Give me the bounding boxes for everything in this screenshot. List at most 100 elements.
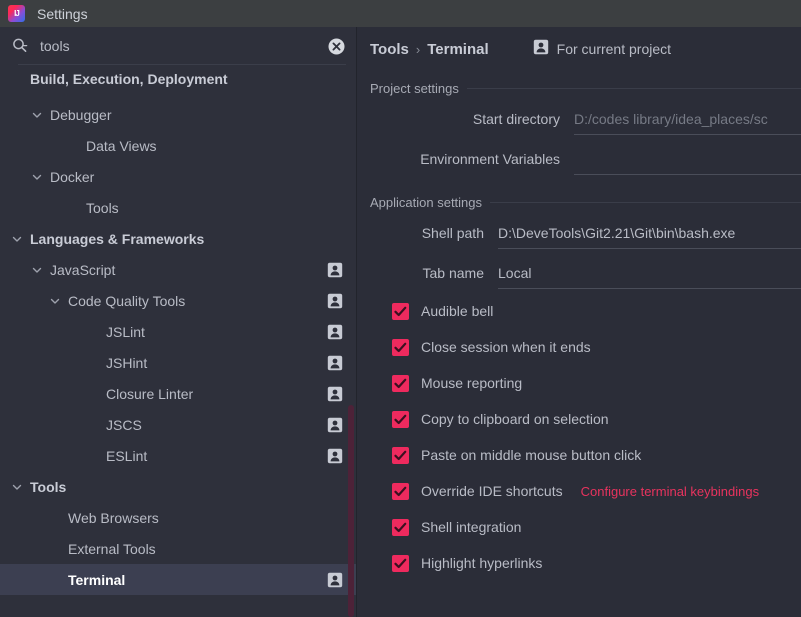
start-directory-input[interactable]: D:/codes library/idea_places/sc xyxy=(574,105,801,133)
chevron-down-icon[interactable] xyxy=(48,294,62,308)
checkbox-shell-integration[interactable] xyxy=(392,519,409,536)
sidebar-item-debugger[interactable]: Debugger xyxy=(0,99,356,130)
checkbox-paste-on-middle-mouse-button-click[interactable] xyxy=(392,447,409,464)
project-scope-icon xyxy=(327,417,343,433)
title-bar: Settings xyxy=(0,0,801,27)
sidebar-item-eslint[interactable]: ESLint xyxy=(0,440,356,471)
field-row-tab-name: Tab name Local xyxy=(358,253,801,293)
environment-variables-input[interactable] xyxy=(574,145,801,173)
tab-name-label: Tab name xyxy=(392,265,484,281)
sidebar-item-closure-linter[interactable]: Closure Linter xyxy=(0,378,356,409)
sidebar-item-data-views[interactable]: Data Views xyxy=(0,130,356,161)
search-icon[interactable] xyxy=(10,36,30,56)
sidebar-item-label: JavaScript xyxy=(50,262,115,278)
chevron-down-icon[interactable] xyxy=(30,108,44,122)
configure-terminal-keybindings-link[interactable]: Configure terminal keybindings xyxy=(581,484,759,499)
tree-arrow-placeholder xyxy=(86,387,100,401)
sidebar-item-label: External Tools xyxy=(68,541,156,557)
project-scope-icon xyxy=(327,448,343,464)
checkbox-row-close-session-when-it-ends: Close session when it ends xyxy=(358,329,801,365)
project-scope-icon xyxy=(327,572,343,588)
tree-arrow-placeholder xyxy=(86,418,100,432)
checkbox-row-shell-integration: Shell integration xyxy=(358,509,801,545)
sticky-tree-header-label: Build, Execution, Deployment xyxy=(30,71,228,87)
checkbox-label-audible-bell[interactable]: Audible bell xyxy=(421,303,493,319)
checkbox-label-copy-to-clipboard-on-selection[interactable]: Copy to clipboard on selection xyxy=(421,411,609,427)
tab-name-value: Local xyxy=(498,265,531,281)
checkbox-highlight-hyperlinks[interactable] xyxy=(392,555,409,572)
tree-arrow-placeholder xyxy=(86,449,100,463)
checkbox-mouse-reporting[interactable] xyxy=(392,375,409,392)
sidebar-item-languages-frameworks[interactable]: Languages & Frameworks xyxy=(0,223,356,254)
clear-icon[interactable] xyxy=(327,37,346,56)
field-underline xyxy=(574,134,801,135)
checkbox-row-copy-to-clipboard-on-selection: Copy to clipboard on selection xyxy=(358,401,801,437)
checkbox-copy-to-clipboard-on-selection[interactable] xyxy=(392,411,409,428)
checkbox-audible-bell[interactable] xyxy=(392,303,409,320)
sidebar-item-label: Docker xyxy=(50,169,94,185)
sidebar-item-tools[interactable]: Tools xyxy=(0,192,356,223)
sidebar-item-label: Tools xyxy=(30,479,66,495)
sidebar-item-label: Data Views xyxy=(86,138,157,154)
sidebar-item-jscs[interactable]: JSCS xyxy=(0,409,356,440)
checkbox-label-paste-on-middle-mouse-button-click[interactable]: Paste on middle mouse button click xyxy=(421,447,641,463)
search-input[interactable] xyxy=(38,37,327,55)
chevron-down-icon[interactable] xyxy=(10,480,24,494)
settings-sidebar: Debugger Data Views Docker Tools Languages &… xyxy=(0,27,357,617)
breadcrumb-parent[interactable]: Tools xyxy=(370,41,409,58)
sidebar-scrollbar[interactable] xyxy=(348,405,354,617)
checkbox-label-close-session-when-it-ends[interactable]: Close session when it ends xyxy=(421,339,591,355)
tree-arrow-placeholder xyxy=(48,573,62,587)
application-settings-label: Application settings xyxy=(370,195,490,210)
checkbox-label-mouse-reporting[interactable]: Mouse reporting xyxy=(421,375,522,391)
checkbox-row-audible-bell: Audible bell xyxy=(358,293,801,329)
project-scope-icon xyxy=(327,386,343,402)
sidebar-item-docker[interactable]: Docker xyxy=(0,161,356,192)
sidebar-item-terminal[interactable]: Terminal xyxy=(0,564,356,595)
settings-window: Settings DebuggerData ViewsDoc xyxy=(0,0,801,617)
tree-arrow-placeholder xyxy=(86,325,100,339)
sidebar-item-label: JSHint xyxy=(106,355,147,371)
sidebar-item-tools[interactable]: Tools xyxy=(0,471,356,502)
project-settings-label: Project settings xyxy=(370,81,467,96)
sidebar-item-external-tools[interactable]: External Tools xyxy=(0,533,356,564)
checkbox-row-mouse-reporting: Mouse reporting xyxy=(358,365,801,401)
window-title: Settings xyxy=(37,6,88,22)
sidebar-item-label: Tools xyxy=(86,200,119,216)
environment-variables-label: Environment Variables xyxy=(392,151,560,167)
start-directory-value: D:/codes library/idea_places/sc xyxy=(574,111,768,127)
checkbox-override-ide-shortcuts[interactable] xyxy=(392,483,409,500)
project-scope-icon xyxy=(327,324,343,340)
chevron-down-icon[interactable] xyxy=(30,170,44,184)
sidebar-item-jshint[interactable]: JSHint xyxy=(0,347,356,378)
checkbox-label-shell-integration[interactable]: Shell integration xyxy=(421,519,521,535)
field-underline xyxy=(498,248,801,249)
checkbox-label-override-ide-shortcuts[interactable]: Override IDE shortcuts xyxy=(421,483,563,499)
sticky-tree-header[interactable]: Build, Execution, Deployment xyxy=(0,65,356,92)
checkbox-row-highlight-hyperlinks: Highlight hyperlinks xyxy=(358,545,801,581)
breadcrumb-current: Terminal xyxy=(427,41,488,58)
scope-label: For current project xyxy=(557,41,671,57)
field-row-start-directory: Start directory D:/codes library/idea_pla… xyxy=(358,99,801,139)
shell-path-label: Shell path xyxy=(392,225,484,241)
chevron-down-icon[interactable] xyxy=(10,232,24,246)
checkbox-row-override-ide-shortcuts: Override IDE shortcuts Configure terminal… xyxy=(358,473,801,509)
chevron-down-icon[interactable] xyxy=(30,263,44,277)
field-row-shell-path: Shell path D:\DeveTools\Git2.21\Git\bin\b… xyxy=(358,213,801,253)
tree-arrow-placeholder xyxy=(86,356,100,370)
start-directory-label: Start directory xyxy=(392,111,560,127)
application-settings-checkboxes: Audible bell Close session when it ends Mo… xyxy=(358,293,801,581)
tab-name-input[interactable]: Local xyxy=(498,259,801,287)
sidebar-item-jslint[interactable]: JSLint xyxy=(0,316,356,347)
checkbox-label-highlight-hyperlinks[interactable]: Highlight hyperlinks xyxy=(421,555,542,571)
tree-arrow-placeholder xyxy=(48,511,62,525)
sidebar-item-label: ESLint xyxy=(106,448,147,464)
sidebar-item-web-browsers[interactable]: Web Browsers xyxy=(0,502,356,533)
shell-path-input[interactable]: D:\DeveTools\Git2.21\Git\bin\bash.exe xyxy=(498,219,801,247)
sidebar-item-javascript[interactable]: JavaScript xyxy=(0,254,356,285)
checkbox-close-session-when-it-ends[interactable] xyxy=(392,339,409,356)
sidebar-item-code-quality-tools[interactable]: Code Quality Tools xyxy=(0,285,356,316)
project-scope-icon xyxy=(533,39,549,60)
sidebar-item-label: Closure Linter xyxy=(106,386,193,402)
scope-indicator[interactable]: For current project xyxy=(533,39,671,60)
